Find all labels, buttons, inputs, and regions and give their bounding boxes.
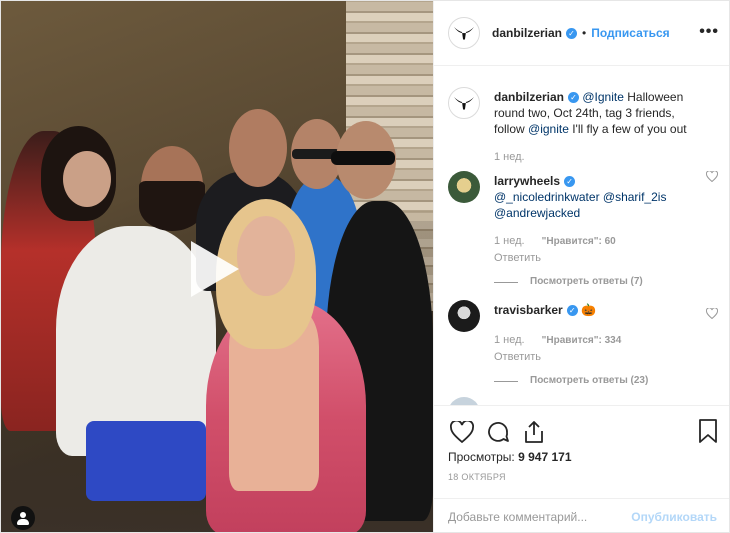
follow-button[interactable]: Подписаться bbox=[591, 26, 669, 40]
post-header: danbilzerian ✓ • Подписаться ••• bbox=[434, 1, 729, 66]
view-replies-button[interactable]: Посмотреть ответы (23) bbox=[494, 373, 704, 389]
view-replies-label: Посмотреть ответы (23) bbox=[530, 375, 649, 386]
publish-button[interactable]: Опубликовать bbox=[631, 510, 717, 524]
person-sunglasses bbox=[331, 151, 395, 165]
heart-icon[interactable] bbox=[448, 418, 476, 446]
divider bbox=[494, 281, 518, 283]
caption-body: danbilzerian ✓ @Ignite Halloween round tw… bbox=[494, 89, 704, 165]
share-icon[interactable] bbox=[520, 418, 548, 446]
comments-list[interactable]: danbilzerian ✓ @Ignite Halloween round tw… bbox=[434, 67, 729, 405]
goat-logo-icon bbox=[454, 27, 474, 40]
username-link[interactable]: travisbarker bbox=[494, 303, 563, 317]
comment-meta: 1 нед. "Нравится": 60 Ответить bbox=[494, 233, 704, 266]
comment-item-partial bbox=[448, 397, 718, 405]
username-link[interactable]: danbilzerian bbox=[492, 26, 562, 40]
timestamp[interactable]: 1 нед. bbox=[494, 235, 525, 247]
likes-count[interactable]: "Нравится": 334 bbox=[542, 335, 622, 346]
username-link[interactable]: danbilzerian bbox=[494, 90, 564, 104]
bookmark-icon[interactable] bbox=[697, 418, 719, 444]
play-icon[interactable] bbox=[191, 241, 239, 297]
comment-body: travisbarker ✓ 🎃 1 нед. "Нравится": 334 О… bbox=[494, 302, 704, 389]
comment-body: larrywheels ✓ @_nicoledrinkwater @sharif_… bbox=[494, 173, 704, 290]
avatar[interactable] bbox=[448, 17, 480, 49]
goat-logo-icon bbox=[454, 97, 474, 110]
more-options-icon[interactable]: ••• bbox=[699, 23, 719, 41]
timestamp[interactable]: 1 нед. bbox=[494, 151, 525, 163]
avatar[interactable] bbox=[448, 300, 480, 332]
person-face bbox=[237, 216, 295, 296]
verified-badge-icon: ✓ bbox=[566, 27, 578, 39]
mention-link[interactable]: @andrewjacked bbox=[494, 206, 580, 220]
divider bbox=[494, 380, 518, 382]
mention-link[interactable]: @_nicoledrinkwater bbox=[494, 190, 600, 204]
mention-link[interactable]: @ignite bbox=[528, 122, 569, 136]
person-face bbox=[63, 151, 111, 207]
post-video[interactable] bbox=[1, 1, 433, 532]
views-value: 9 947 171 bbox=[518, 450, 572, 464]
verified-badge-icon: ✓ bbox=[564, 176, 576, 188]
action-icons bbox=[448, 418, 556, 446]
reply-button[interactable]: Ответить bbox=[494, 252, 541, 264]
comment-meta: 1 нед. "Нравится": 334 Ответить bbox=[494, 332, 704, 365]
comment-item: larrywheels ✓ @_nicoledrinkwater @sharif_… bbox=[448, 170, 719, 287]
post-sidebar: danbilzerian ✓ • Подписаться ••• danbilz… bbox=[433, 1, 729, 532]
caption-text: I'll fly a few of you out bbox=[568, 122, 687, 136]
add-comment-bar: Добавьте комментарий... Опубликовать bbox=[434, 498, 729, 532]
post-actions: Просмотры: 9 947 171 18 ОКТЯБРЯ bbox=[434, 405, 729, 482]
verified-badge-icon: ✓ bbox=[568, 92, 580, 104]
comment-item: travisbarker ✓ 🎃 1 нед. "Нравится": 334 О… bbox=[448, 300, 719, 386]
mention-link[interactable]: @Ignite bbox=[582, 90, 624, 104]
post-date[interactable]: 18 ОКТЯБРЯ bbox=[448, 472, 506, 482]
view-replies-button[interactable]: Посмотреть ответы (7) bbox=[494, 274, 704, 290]
username-link[interactable]: larrywheels bbox=[494, 174, 560, 188]
avatar[interactable] bbox=[448, 171, 480, 203]
header-user: danbilzerian ✓ • Подписаться bbox=[492, 26, 670, 40]
instagram-post-dialog: danbilzerian ✓ • Подписаться ••• danbilz… bbox=[0, 0, 730, 533]
separator-dot: • bbox=[582, 26, 587, 40]
avatar[interactable] bbox=[448, 397, 480, 405]
views-label: Просмотры: bbox=[448, 450, 515, 464]
avatar[interactable] bbox=[448, 87, 480, 119]
views-count[interactable]: Просмотры: 9 947 171 bbox=[448, 450, 572, 464]
caption: danbilzerian ✓ @Ignite Halloween round tw… bbox=[448, 87, 718, 167]
comment-icon[interactable] bbox=[484, 418, 512, 446]
user-tag-icon[interactable] bbox=[11, 506, 35, 530]
comment-like-icon[interactable] bbox=[705, 307, 719, 322]
verified-badge-icon: ✓ bbox=[566, 305, 578, 317]
view-replies-label: Посмотреть ответы (7) bbox=[530, 276, 643, 287]
reply-button[interactable]: Ответить bbox=[494, 351, 541, 363]
comment-like-icon[interactable] bbox=[705, 170, 719, 185]
caption-meta: 1 нед. bbox=[494, 149, 704, 165]
comment-input[interactable]: Добавьте комментарий... bbox=[448, 510, 631, 524]
mention-link[interactable]: @sharif_2is bbox=[603, 190, 667, 204]
timestamp[interactable]: 1 нед. bbox=[494, 334, 525, 346]
person-blue-shorts bbox=[86, 421, 206, 501]
person-face bbox=[229, 109, 287, 187]
comment-text: 🎃 bbox=[581, 303, 597, 317]
likes-count[interactable]: "Нравится": 60 bbox=[542, 236, 616, 247]
